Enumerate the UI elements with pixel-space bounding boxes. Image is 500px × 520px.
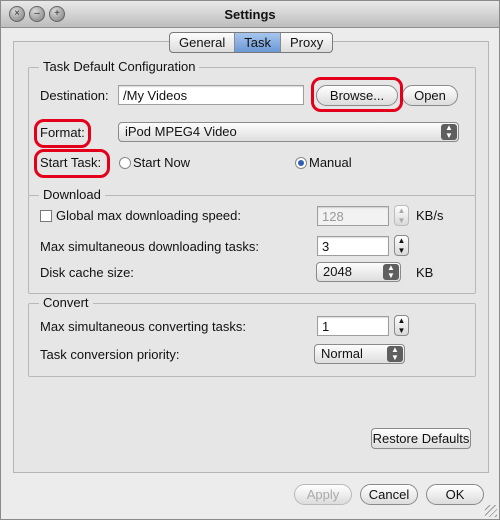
task-settings-pane: Task Default Configuration Destination: … [13,41,489,473]
settings-window: × – + Settings Task Default Configuratio… [0,0,500,520]
priority-select-value: Normal [321,346,363,361]
start-task-label: Start Task: [40,155,102,170]
convert-group: Convert [28,295,476,377]
restore-defaults-button[interactable]: Restore Defaults [371,428,471,449]
disk-cache-select-value: 2048 [323,264,352,279]
download-group-label: Download [39,187,105,202]
disk-cache-unit: KB [416,265,434,280]
open-button[interactable]: Open [402,85,458,106]
priority-select[interactable]: Normal ▲ ▼ [314,344,405,364]
stepper-arrows-icon: ▲ ▼ [397,236,406,255]
updown-arrows-icon: ▲ ▼ [383,264,399,280]
start-now-label[interactable]: Start Now [133,155,190,170]
cancel-button[interactable]: Cancel [360,484,418,505]
task-default-group-label: Task Default Configuration [39,59,200,74]
destination-label: Destination: [40,88,109,103]
max-download-tasks-label: Max simultaneous downloading tasks: [40,239,259,254]
format-label: Format: [40,125,85,140]
browse-button[interactable]: Browse... [316,85,398,106]
stepper-arrows-icon: ▲ ▼ [397,316,406,335]
start-now-radio[interactable] [119,157,131,169]
tab-proxy[interactable]: Proxy [281,33,332,52]
apply-button[interactable]: Apply [294,484,352,505]
global-speed-stepper[interactable]: ▲ ▼ [394,205,409,226]
window-title: Settings [224,7,276,22]
format-select[interactable]: iPod MPEG4 Video ▲ ▼ [118,122,459,142]
destination-field[interactable]: /My Videos [118,85,304,105]
convert-group-label: Convert [39,295,93,310]
max-convert-tasks-stepper[interactable]: ▲ ▼ [394,315,409,336]
tab-general[interactable]: General [170,33,236,52]
title-bar[interactable]: × – + Settings [1,1,499,28]
ok-button[interactable]: OK [426,484,484,505]
resize-grip-icon[interactable] [485,505,497,517]
settings-tabs: General Task Proxy [169,32,334,53]
max-convert-tasks-field[interactable]: 1 [317,316,389,336]
priority-label: Task conversion priority: [40,347,180,362]
updown-arrows-icon: ▲ ▼ [441,124,457,140]
global-speed-unit: KB/s [416,208,444,223]
max-convert-tasks-label: Max simultaneous converting tasks: [40,319,246,334]
disk-cache-select[interactable]: 2048 ▲ ▼ [316,262,401,282]
tab-task[interactable]: Task [235,33,281,52]
disk-cache-label: Disk cache size: [40,265,134,280]
global-speed-label: Global max downloading speed: [56,208,242,223]
global-speed-checkbox[interactable] [40,210,52,222]
manual-label[interactable]: Manual [309,155,352,170]
global-speed-field[interactable]: 128 [317,206,389,226]
updown-arrows-icon: ▲ ▼ [387,346,403,362]
format-select-value: iPod MPEG4 Video [125,124,237,139]
manual-radio[interactable] [295,157,307,169]
max-download-tasks-stepper[interactable]: ▲ ▼ [394,235,409,256]
stepper-arrows-icon: ▲ ▼ [397,206,406,225]
max-download-tasks-field[interactable]: 3 [317,236,389,256]
